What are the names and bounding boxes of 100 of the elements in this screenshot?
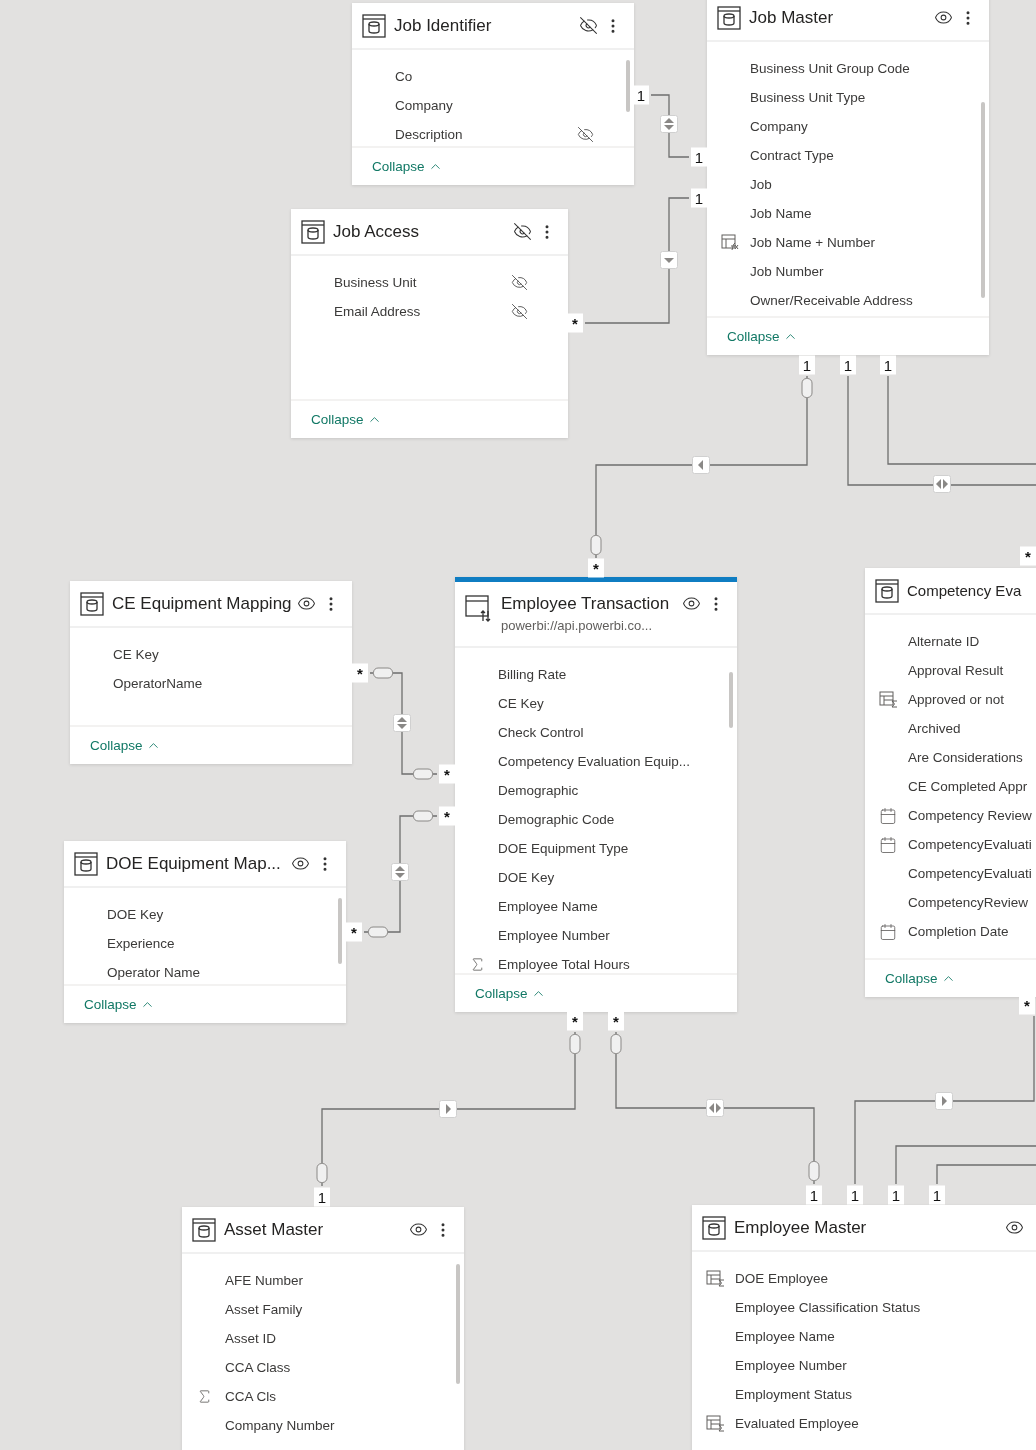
visibility-icon[interactable] <box>297 594 316 613</box>
table-card[interactable] <box>865 568 1036 997</box>
table-card[interactable]: Job Identifier Co Company Description Collapse <box>352 3 634 185</box>
table-card[interactable] <box>455 577 737 1012</box>
field-name[interactable]: Job <box>750 177 772 192</box>
field-name[interactable]: Experience <box>107 936 175 951</box>
scrollbar[interactable] <box>626 60 630 112</box>
visibility-icon[interactable] <box>291 854 310 873</box>
table-card[interactable]: Asset Master AFE Number Asset Family Asset ID CCA Class CCA Cls Company Number <box>182 1207 464 1450</box>
field-name[interactable]: CompetencyReview <box>908 895 1029 910</box>
field-name[interactable]: CCA Class <box>225 1360 291 1375</box>
field-name[interactable]: Completion Date <box>908 924 1009 939</box>
collapse-button[interactable]: Collapse <box>372 159 443 174</box>
field-name[interactable]: Job Number <box>750 264 824 279</box>
field-name[interactable]: Contract Type <box>750 148 834 163</box>
field-name[interactable]: Approved or not <box>908 692 1005 707</box>
field-name[interactable]: Employment Status <box>735 1387 853 1402</box>
field-name[interactable]: Employee Name <box>735 1329 835 1344</box>
collapse-button[interactable]: Collapse <box>727 329 798 344</box>
hidden-icon[interactable] <box>577 126 594 143</box>
field-name[interactable]: Employee Name <box>498 899 598 914</box>
visibility-icon[interactable] <box>409 1220 428 1239</box>
table-card[interactable]: CE Equipment Mapping CE Key OperatorName Collapse <box>70 581 352 764</box>
calculated-column-icon <box>721 234 739 251</box>
hidden-icon[interactable] <box>579 16 598 35</box>
field-name[interactable]: Competency Evaluation Equip... <box>498 754 691 769</box>
table-card[interactable]: Job Access Business Unit Email Address Collapse <box>291 209 568 438</box>
field-name[interactable]: Approval Result <box>908 663 1004 678</box>
field-name[interactable]: Company <box>395 98 453 113</box>
field-name[interactable]: Description <box>395 127 463 142</box>
table-title: Job Master <box>749 7 835 28</box>
collapse-button[interactable]: Collapse <box>475 986 546 1001</box>
field-name[interactable]: Operator Name <box>107 965 201 980</box>
connector-line[interactable] <box>363 815 438 933</box>
cardinality-label: 1 <box>880 355 896 375</box>
table-card[interactable]: Job Master Business Unit Group Code Business Unit Type Company Contract Type Job Job Name Job Name + Number Job Number Owner/Receivable Address Collapse <box>707 0 989 355</box>
field-name[interactable]: Asset ID <box>225 1331 276 1346</box>
field-name[interactable]: Business Unit Group Code <box>750 61 910 76</box>
field-name[interactable]: CE Key <box>498 696 544 711</box>
connector-line[interactable] <box>369 672 438 775</box>
visibility-icon[interactable] <box>934 8 953 27</box>
cardinality-label: 1 <box>314 1187 330 1207</box>
field-name[interactable]: DOE Equipment Type <box>498 841 629 856</box>
collapse-button[interactable]: Collapse <box>885 971 956 986</box>
field-name[interactable]: Evaluated Employee <box>735 1416 859 1431</box>
field-name[interactable]: Employee Total Hours <box>498 957 630 972</box>
field-name[interactable]: Business Unit Type <box>750 90 866 105</box>
field-name[interactable]: CCA Cls <box>225 1389 276 1404</box>
cardinality-label: * <box>608 1011 624 1031</box>
field-name[interactable]: Billing Rate <box>498 667 567 682</box>
field-name[interactable]: Demographic <box>498 783 579 798</box>
scrollbar[interactable] <box>981 102 985 298</box>
field-name[interactable]: Email Address <box>334 304 421 319</box>
hidden-icon[interactable] <box>511 303 528 320</box>
collapse-button[interactable]: Collapse <box>84 997 155 1012</box>
scrollbar[interactable] <box>456 1264 460 1384</box>
table-card[interactable]: Employee Master DOE Employee Employee Classification Status Employee Name Employee Number Employment Status Evaluated Employee <box>692 1205 1036 1450</box>
hidden-icon[interactable] <box>513 222 532 241</box>
connector-line[interactable] <box>847 375 1036 486</box>
field-name[interactable]: Archived <box>908 721 961 736</box>
field-name[interactable]: Co <box>395 69 413 84</box>
field-name[interactable]: DOE Employee <box>735 1271 829 1286</box>
field-name[interactable]: Employee Classification Status <box>735 1300 921 1315</box>
collapse-button[interactable]: Collapse <box>311 412 382 427</box>
field-name[interactable]: Business Unit <box>334 275 417 290</box>
collapse-button[interactable]: Collapse <box>90 738 161 753</box>
field-name[interactable]: DOE Key <box>107 907 164 922</box>
table-card[interactable]: DOE Equipment Map... DOE Key Experience Operator Name Collapse <box>64 841 346 1023</box>
field-name[interactable]: Company Number <box>225 1418 335 1433</box>
field-name[interactable]: Demographic Code <box>498 812 615 827</box>
visibility-icon[interactable] <box>1005 1218 1024 1237</box>
field-name[interactable]: CompetencyEvaluati <box>908 866 1032 881</box>
field-name[interactable]: Employee Number <box>498 928 610 943</box>
field-name[interactable]: Owner/Receivable Address <box>750 293 913 308</box>
field-name[interactable]: Job Name + Number <box>750 235 875 250</box>
field-name[interactable]: Are Considerations <box>908 750 1023 765</box>
field-name[interactable]: DOE Key <box>498 870 555 885</box>
scrollbar[interactable] <box>338 898 342 964</box>
field-name[interactable]: CE Completed Appr <box>908 779 1028 794</box>
hidden-icon[interactable] <box>511 274 528 291</box>
field-name[interactable]: Asset Family <box>225 1302 303 1317</box>
field-name[interactable]: OperatorName <box>113 676 203 691</box>
field-name[interactable]: Employee Number <box>735 1358 847 1373</box>
connector-line[interactable] <box>936 1164 1036 1185</box>
field-name[interactable]: Competency Review <box>908 808 1032 823</box>
connector-line[interactable] <box>650 94 690 158</box>
field-name[interactable]: CE Key <box>113 647 159 662</box>
field-name[interactable]: Check Control <box>498 725 584 740</box>
visibility-icon[interactable] <box>682 594 701 613</box>
connector-line[interactable] <box>854 1015 1035 1185</box>
scrollbar[interactable] <box>729 672 733 728</box>
calendar-icon <box>879 923 897 941</box>
field-name[interactable]: AFE Number <box>225 1273 304 1288</box>
field-name[interactable]: Job Name <box>750 206 812 221</box>
field-name[interactable]: CompetencyEvaluati <box>908 837 1032 852</box>
connector-line[interactable] <box>887 375 1036 465</box>
field-name[interactable]: Alternate ID <box>908 634 980 649</box>
connector-line[interactable] <box>895 1145 1036 1185</box>
table-icon <box>74 851 98 876</box>
field-name[interactable]: Company <box>750 119 808 134</box>
